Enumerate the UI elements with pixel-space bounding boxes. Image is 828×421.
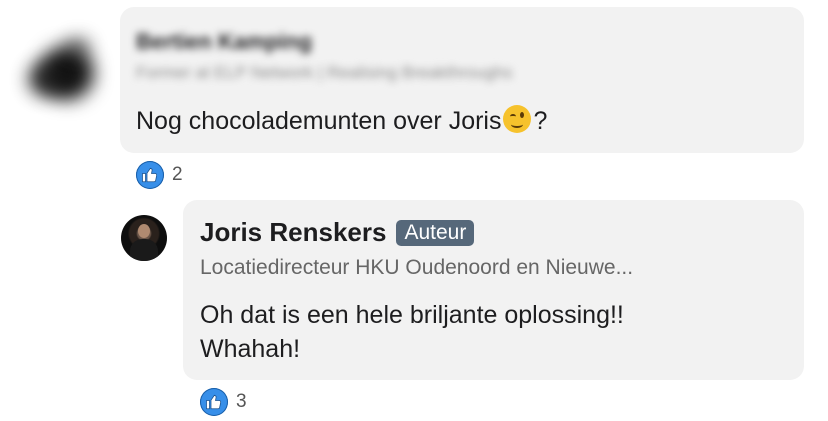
- comment-text: Nog chocolademunten over Joris?: [136, 105, 547, 136]
- comment-text-suffix: ?: [533, 107, 548, 135]
- reply-reactions[interactable]: 3: [200, 388, 247, 416]
- reply-text-line1: Oh dat is een hele briljante oplossing!!: [200, 301, 624, 329]
- comment-author-name[interactable]: Bertien Kamping: [136, 29, 312, 55]
- author-badge: Auteur: [396, 219, 475, 246]
- reply-text: Oh dat is een hele briljante oplossing!!…: [200, 298, 790, 366]
- comment-bubble: Bertien Kamping Former at ELP Network | …: [120, 7, 804, 153]
- comment-reactions[interactable]: 2: [136, 161, 183, 189]
- author-avatar[interactable]: [121, 215, 167, 261]
- reaction-count: 3: [236, 391, 247, 412]
- reply-author-headline: Locatiedirecteur HKU Oudenoord en Nieuwe…: [200, 256, 634, 279]
- reply-author-name[interactable]: Joris Renskers: [200, 217, 386, 248]
- reply-author: Joris Renskers Auteur: [200, 217, 475, 248]
- reply-bubble: Joris Renskers Auteur Locatiedirecteur H…: [183, 200, 804, 380]
- reaction-count: 2: [172, 164, 183, 185]
- comment-author-headline: Former at ELP Network | Realising Breakt…: [136, 63, 513, 82]
- winking-face-emoji-icon: [503, 105, 532, 133]
- blurred-avatar[interactable]: [18, 28, 118, 118]
- reply-text-line2: Whahah!: [200, 335, 301, 363]
- comment-text-main: Nog chocolademunten over Joris: [136, 107, 502, 135]
- like-icon: [200, 388, 228, 416]
- like-icon: [136, 161, 164, 189]
